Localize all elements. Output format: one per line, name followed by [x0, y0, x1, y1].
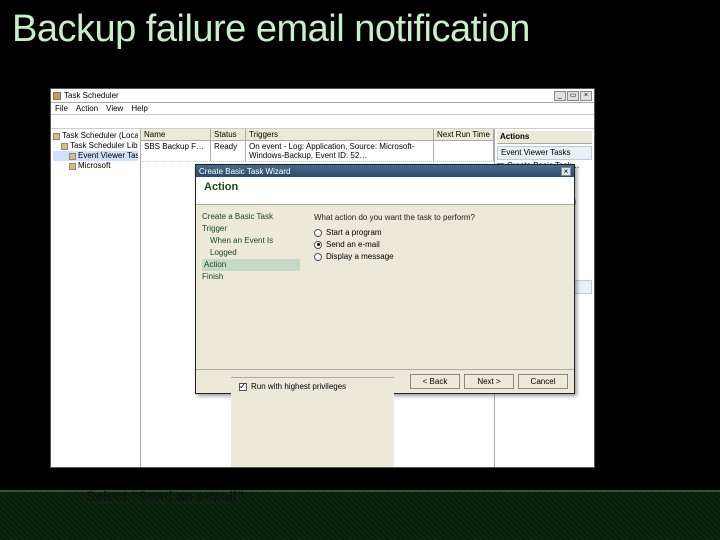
- folder-icon: [53, 133, 60, 140]
- menu-bar: File Action View Help: [51, 103, 594, 115]
- create-basic-task-wizard: Create Basic Task Wizard × Action Create…: [195, 164, 575, 394]
- slide-title: Backup failure email notification: [0, 0, 720, 55]
- radio-icon: [314, 229, 322, 237]
- radio-send-email[interactable]: Send an e-mail: [314, 240, 566, 249]
- radio-label: Send an e-mail: [326, 240, 380, 249]
- folder-icon: [69, 153, 76, 160]
- task-row[interactable]: SBS Backup F… Ready On event - Log: Appl…: [141, 141, 494, 162]
- col-triggers[interactable]: Triggers: [246, 129, 434, 140]
- back-button[interactable]: < Back: [410, 374, 460, 389]
- tree-event-viewer-tasks[interactable]: Event Viewer Tasks: [53, 151, 138, 161]
- radio-label: Display a message: [326, 252, 394, 261]
- close-button[interactable]: ×: [580, 91, 592, 101]
- step-finish[interactable]: Finish: [202, 271, 300, 283]
- radio-icon: [314, 241, 322, 249]
- tree-library[interactable]: Task Scheduler Library: [53, 141, 138, 151]
- checkbox-icon: [239, 383, 247, 391]
- wizard-content: What action do you want the task to perf…: [306, 205, 574, 369]
- cell-triggers: On event - Log: Application, Source: Mic…: [246, 141, 434, 161]
- next-button[interactable]: Next >: [464, 374, 514, 389]
- radio-label: Start a program: [326, 228, 382, 237]
- step-trigger[interactable]: Trigger: [202, 223, 300, 235]
- checkbox-label: Run with highest privileges: [251, 382, 346, 391]
- radio-display-message[interactable]: Display a message: [314, 252, 566, 261]
- cell-name: SBS Backup F…: [141, 141, 211, 161]
- menu-action[interactable]: Action: [76, 103, 98, 114]
- task-list-header: Name Status Triggers Next Run Time: [141, 129, 494, 141]
- step-action[interactable]: Action: [202, 259, 300, 271]
- toolbar: [51, 115, 594, 129]
- window-title: Task Scheduler: [64, 91, 119, 100]
- tree-root[interactable]: Task Scheduler (Local): [53, 131, 138, 141]
- window-titlebar[interactable]: Task Scheduler _ ▭ ×: [51, 89, 594, 103]
- wizard-question: What action do you want the task to perf…: [314, 213, 566, 222]
- main-area: Task Scheduler (Local) Task Scheduler Li…: [51, 129, 594, 467]
- highest-privileges-checkbox[interactable]: Run with highest privileges: [239, 382, 386, 391]
- slide-caption: Select “Send an e-mail”: [86, 488, 244, 504]
- app-icon: [53, 92, 61, 100]
- menu-view[interactable]: View: [106, 103, 123, 114]
- wizard-header-text: Action: [204, 181, 566, 193]
- wizard-steps: Create a Basic Task Trigger When an Even…: [196, 205, 306, 369]
- actions-section-event-viewer: Event Viewer Tasks: [497, 146, 592, 160]
- menu-help[interactable]: Help: [131, 103, 147, 114]
- folder-icon: [61, 143, 68, 150]
- maximize-button[interactable]: ▭: [567, 91, 579, 101]
- cell-next: [434, 141, 494, 161]
- task-properties-panel: Run with highest privileges: [231, 377, 394, 467]
- tree-microsoft[interactable]: Microsoft: [53, 161, 138, 171]
- cancel-button[interactable]: Cancel: [518, 374, 568, 389]
- step-event-logged[interactable]: When an Event Is Logged: [202, 235, 300, 259]
- center-panel: Name Status Triggers Next Run Time SBS B…: [141, 129, 494, 467]
- wizard-header: Action: [196, 177, 574, 205]
- col-name[interactable]: Name: [141, 129, 211, 140]
- nav-tree[interactable]: Task Scheduler (Local) Task Scheduler Li…: [51, 129, 141, 467]
- actions-header: Actions: [497, 131, 592, 144]
- col-next-run[interactable]: Next Run Time: [434, 129, 494, 140]
- wizard-titlebar[interactable]: Create Basic Task Wizard ×: [196, 165, 574, 177]
- menu-file[interactable]: File: [55, 103, 68, 114]
- step-create[interactable]: Create a Basic Task: [202, 211, 300, 223]
- task-scheduler-window: Task Scheduler _ ▭ × File Action View He…: [50, 88, 595, 468]
- folder-icon: [69, 163, 76, 170]
- wizard-title-text: Create Basic Task Wizard: [199, 167, 290, 176]
- wizard-close-button[interactable]: ×: [561, 167, 571, 176]
- radio-start-program[interactable]: Start a program: [314, 228, 566, 237]
- minimize-button[interactable]: _: [554, 91, 566, 101]
- radio-icon: [314, 253, 322, 261]
- col-status[interactable]: Status: [211, 129, 246, 140]
- cell-status: Ready: [211, 141, 246, 161]
